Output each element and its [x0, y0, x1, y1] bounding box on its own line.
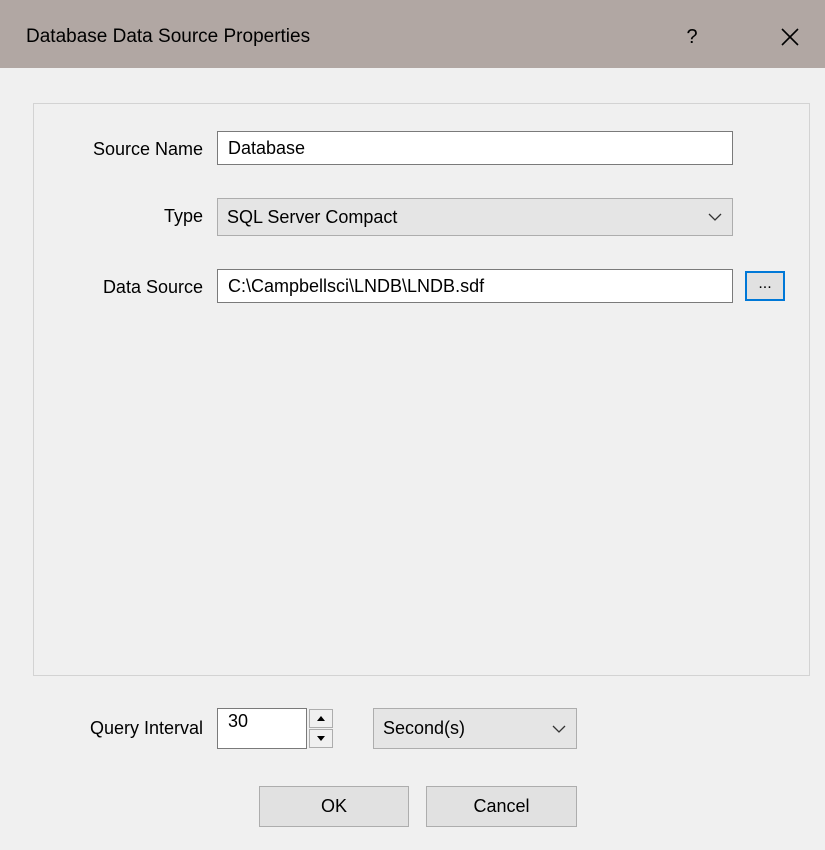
source-name-label: Source Name [92, 139, 203, 159]
data-source-value: C:\Campbellsci\LNDB\LNDB.sdf [228, 276, 485, 296]
properties-panel [33, 103, 810, 676]
data-source-label: Data Source [102, 277, 203, 297]
title-bar: Database Data Source Properties ? [0, 0, 825, 68]
query-interval-label: Query Interval [89, 718, 203, 738]
type-label: Type [163, 206, 203, 226]
query-interval-unit-select[interactable]: Second(s) [373, 708, 577, 749]
close-icon [781, 28, 799, 46]
query-interval-stepper[interactable] [309, 709, 333, 748]
data-source-field[interactable]: C:\Campbellsci\LNDB\LNDB.sdf [217, 269, 733, 303]
type-value: SQL Server Compact [227, 207, 398, 227]
ok-button[interactable]: OK [259, 786, 409, 827]
chevron-down-icon [708, 213, 722, 221]
cancel-button[interactable]: Cancel [426, 786, 577, 827]
arrow-up-icon [317, 716, 325, 721]
source-name-field[interactable]: Database [217, 131, 733, 165]
spin-up-button[interactable] [309, 709, 333, 728]
browse-label: ... [758, 275, 772, 292]
chevron-down-icon [552, 725, 566, 733]
help-label: ? [686, 26, 698, 48]
type-select[interactable]: SQL Server Compact [217, 198, 733, 236]
query-interval-unit-value: Second(s) [383, 718, 466, 738]
source-name-value: Database [228, 138, 306, 158]
help-button[interactable]: ? [680, 22, 704, 52]
query-interval-value: 30 [228, 711, 249, 731]
query-interval-field[interactable]: 30 [217, 708, 307, 749]
arrow-down-icon [317, 736, 325, 741]
cancel-label: Cancel [473, 796, 530, 816]
ok-label: OK [320, 796, 347, 816]
browse-button[interactable]: ... [745, 271, 785, 301]
window-title: Database Data Source Properties [26, 26, 311, 47]
close-button[interactable] [772, 22, 808, 52]
spin-down-button[interactable] [309, 729, 333, 748]
